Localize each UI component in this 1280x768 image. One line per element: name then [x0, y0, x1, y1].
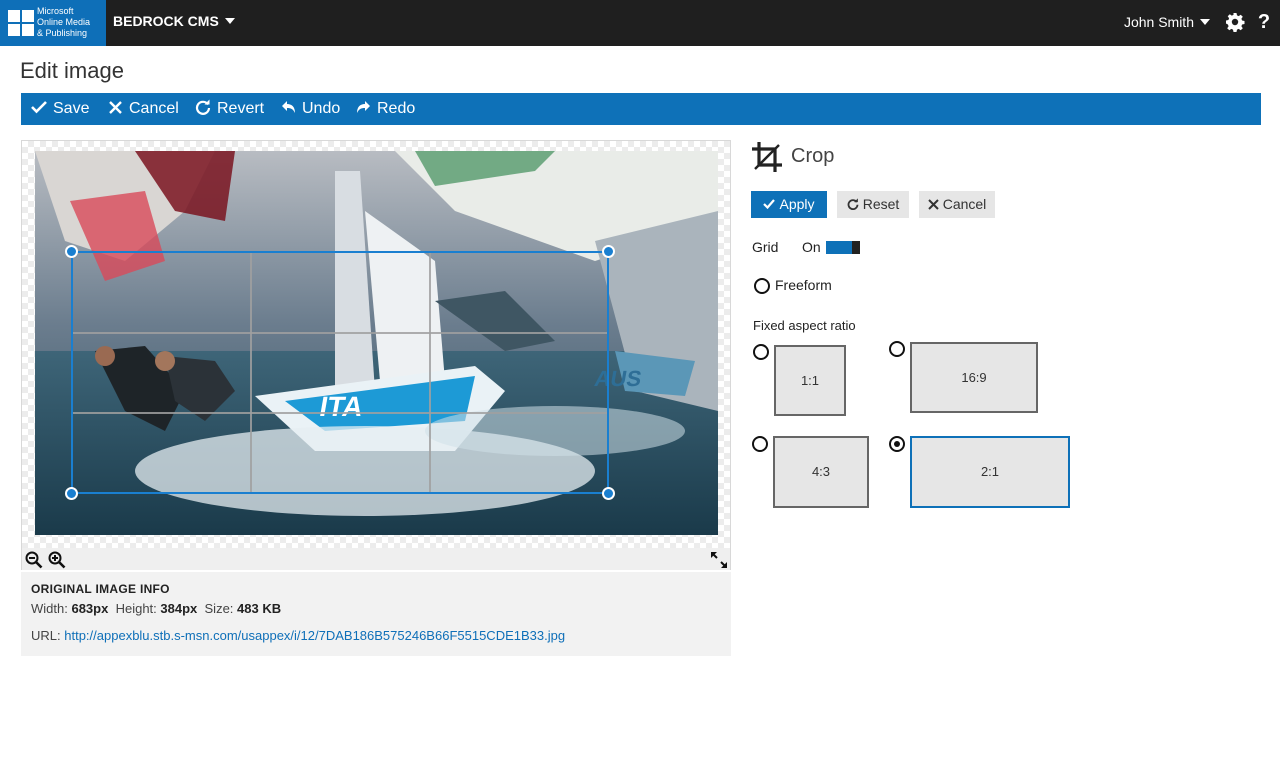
width-label: Width: — [31, 601, 68, 616]
app-name: BEDROCK CMS — [113, 13, 219, 29]
freeform-radio[interactable] — [754, 278, 770, 294]
url-label: URL: — [31, 628, 61, 643]
page-title: Edit image — [20, 58, 124, 83]
image-canvas[interactable]: ITA AUS — [21, 140, 731, 570]
undo-label: Undo — [302, 100, 341, 117]
crop-handle-bottom-left[interactable] — [65, 487, 78, 500]
ratio-option-2-1[interactable]: 2:1 — [910, 436, 1070, 508]
chevron-down-icon — [224, 18, 235, 24]
crop-grid-line — [73, 412, 607, 414]
brand-name: Microsoft Online Media & Publishing — [37, 6, 91, 38]
save-button[interactable]: Save — [31, 93, 89, 125]
crop-handle-top-left[interactable] — [65, 245, 78, 258]
windows-logo-icon — [8, 10, 34, 36]
zoom-out-icon[interactable] — [25, 551, 43, 569]
crop-grid-line — [250, 253, 252, 492]
crop-panel-title: Crop — [791, 145, 835, 167]
user-menu[interactable]: John Smith — [1124, 14, 1210, 30]
help-button[interactable]: ? — [1256, 11, 1272, 33]
reset-button[interactable]: Reset — [837, 191, 909, 218]
ratio-radio-2-1[interactable] — [889, 436, 905, 452]
top-bar: Microsoft Online Media & Publishing BEDR… — [0, 0, 1280, 46]
crop-selection[interactable] — [65, 245, 615, 500]
height-value: 384px — [160, 601, 198, 616]
revert-icon — [195, 99, 211, 116]
image-dimensions: Width: 683px Height: 384px Size: 483 KB — [31, 601, 721, 616]
expand-icon[interactable] — [710, 551, 728, 569]
crop-handle-bottom-right[interactable] — [602, 487, 615, 500]
revert-button[interactable]: Revert — [195, 93, 264, 125]
crop-grid-line — [429, 253, 431, 492]
redo-label: Redo — [377, 100, 416, 117]
refresh-icon — [847, 198, 859, 211]
ratio-radio-4-3[interactable] — [752, 436, 768, 452]
size-value: 483 KB — [237, 601, 282, 616]
gear-icon[interactable] — [1225, 12, 1245, 32]
ratio-option-4-3[interactable]: 4:3 — [773, 436, 869, 508]
image-url-link[interactable]: http://appexblu.stb.s-msn.com/usappex/i/… — [64, 628, 565, 643]
grid-state-label: On — [802, 239, 821, 255]
grid-label: Grid — [752, 239, 779, 255]
ratio-option-16-9[interactable]: 16:9 — [910, 342, 1038, 413]
user-name: John Smith — [1123, 14, 1194, 30]
size-label: Size: — [204, 601, 234, 616]
undo-button[interactable]: Undo — [281, 93, 340, 125]
brand-logo[interactable]: Microsoft Online Media & Publishing — [0, 0, 106, 46]
crop-cancel-label: Cancel — [942, 196, 987, 212]
revert-label: Revert — [217, 100, 265, 117]
grid-toggle[interactable] — [826, 241, 860, 254]
freeform-label: Freeform — [775, 277, 832, 293]
check-icon — [31, 101, 47, 114]
crop-cancel-button[interactable]: Cancel — [919, 191, 995, 218]
width-value: 683px — [71, 601, 109, 616]
ratio-radio-1-1[interactable] — [753, 344, 769, 360]
cancel-label: Cancel — [129, 100, 179, 117]
save-label: Save — [53, 100, 90, 117]
height-label: Height: — [115, 601, 157, 616]
close-icon — [109, 100, 122, 114]
image-url-row: URL: http://appexblu.stb.s-msn.com/usapp… — [31, 628, 721, 643]
reset-label: Reset — [862, 196, 900, 212]
chevron-down-icon — [1200, 19, 1210, 25]
redo-button[interactable]: Redo — [356, 93, 415, 125]
apply-button[interactable]: Apply — [751, 191, 827, 218]
apply-label: Apply — [779, 196, 815, 212]
crop-handle-top-right[interactable] — [602, 245, 615, 258]
canvas-tools — [22, 548, 730, 570]
toggle-knob — [852, 241, 860, 254]
app-switcher[interactable]: BEDROCK CMS — [113, 13, 235, 29]
close-icon — [927, 199, 939, 210]
crop-grid-line — [73, 332, 607, 334]
editor-toolbar: Save Cancel Revert Undo Redo — [21, 93, 1261, 125]
image-info-heading: ORIGINAL IMAGE INFO — [31, 582, 170, 596]
undo-icon — [282, 101, 295, 114]
zoom-in-icon[interactable] — [48, 551, 66, 569]
ratio-radio-16-9[interactable] — [889, 341, 905, 357]
crop-icon — [751, 141, 783, 173]
check-icon — [763, 199, 776, 210]
cancel-button[interactable]: Cancel — [108, 93, 179, 125]
redo-icon — [357, 101, 370, 114]
image-info-panel: ORIGINAL IMAGE INFO Width: 683px Height:… — [21, 572, 731, 656]
fixed-ratio-label: Fixed aspect ratio — [753, 318, 856, 333]
ratio-option-1-1[interactable]: 1:1 — [774, 345, 846, 416]
